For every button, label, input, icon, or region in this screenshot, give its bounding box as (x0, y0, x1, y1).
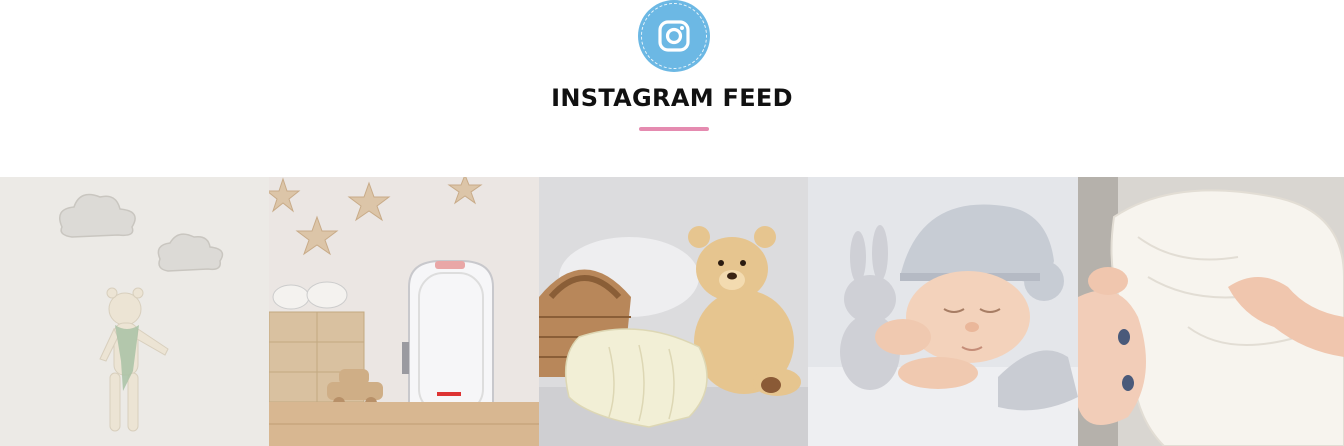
instagram-feed-header: INSTAGRAM FEED (0, 0, 1344, 177)
section-title: INSTAGRAM FEED (551, 84, 793, 112)
post-image (0, 177, 269, 446)
feed-post-1[interactable] (0, 177, 269, 446)
instagram-icon (658, 20, 690, 52)
feed-post-2[interactable] (269, 177, 539, 446)
feed-post-4[interactable] (808, 177, 1078, 446)
post-image (269, 177, 539, 446)
feed-post-3[interactable] (539, 177, 808, 446)
instagram-badge[interactable] (638, 0, 710, 72)
feed-post-5[interactable] (1078, 177, 1344, 446)
post-image (808, 177, 1078, 446)
instagram-feed-grid (0, 177, 1344, 446)
post-image (539, 177, 808, 446)
title-underline (639, 127, 709, 131)
post-image (1078, 177, 1344, 446)
appliance (402, 260, 494, 418)
baby-face (906, 271, 1030, 363)
